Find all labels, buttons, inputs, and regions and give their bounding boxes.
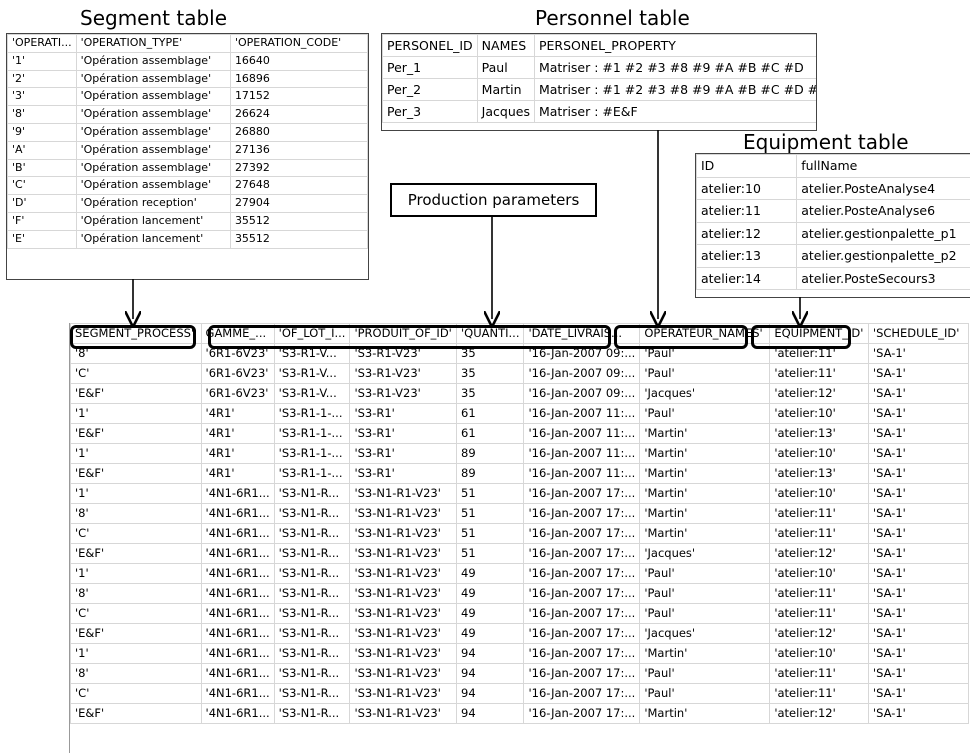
connector-arrows [0, 130, 970, 753]
